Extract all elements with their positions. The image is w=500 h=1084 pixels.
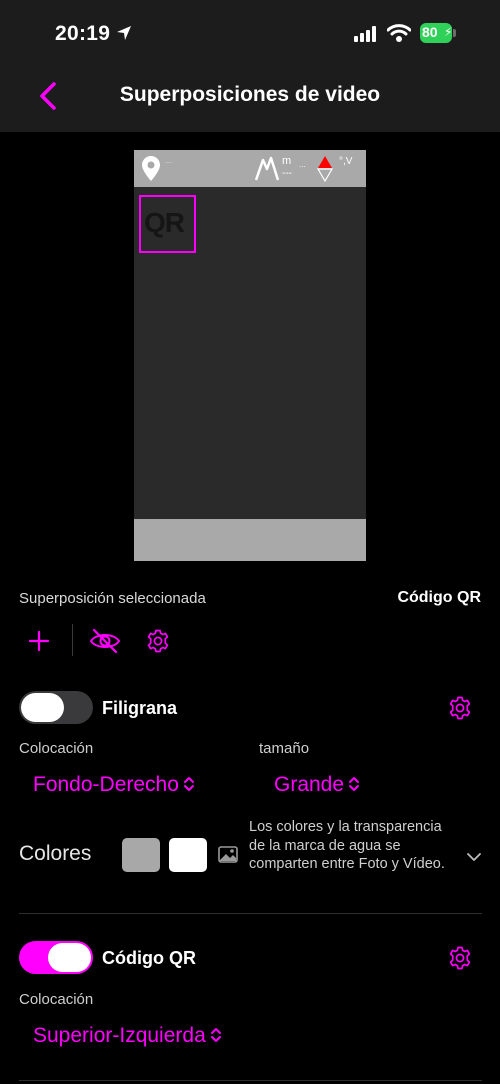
battery-percent: 80 <box>422 24 438 40</box>
qr-code-toggle[interactable] <box>19 941 93 974</box>
status-bar: 20:19 80 ⚡ <box>0 0 500 62</box>
section-divider <box>19 913 482 914</box>
watermark-size-value: Grande <box>274 773 345 796</box>
compass-icon <box>316 156 334 187</box>
chevron-up-down-icon <box>183 776 194 791</box>
preview-top-bar: ----- m --- ... °,V <box>134 150 366 187</box>
selected-overlay-value: Código QR <box>397 589 481 606</box>
color-swatch-gray[interactable] <box>122 838 160 872</box>
gear-icon[interactable] <box>146 629 170 658</box>
toolbar-divider <box>72 624 73 656</box>
charging-bolt-icon: ⚡ <box>444 25 453 39</box>
navigation-bar: Superposiciones de video <box>0 62 500 132</box>
qr-overlay-box[interactable]: QR <box>139 195 196 253</box>
watermark-placement-value: Fondo-Derecho <box>33 773 179 796</box>
watermark-toggle[interactable] <box>19 691 93 724</box>
watermark-colors-note: Los colores y la transparencia de la mar… <box>249 819 445 872</box>
page-title: Superposiciones de video <box>119 83 381 106</box>
qr-code-placement-dropdown[interactable]: Superior-Izquierda <box>33 1024 222 1048</box>
location-arrow-icon <box>116 25 132 46</box>
altitude-value: --- <box>282 168 292 179</box>
cellular-signal-icon <box>354 26 378 47</box>
selected-overlay-label: Superposición seleccionada <box>19 590 206 607</box>
chevron-up-down-icon <box>349 776 360 791</box>
temperature-unit: °,V <box>339 156 353 167</box>
image-icon[interactable] <box>218 846 238 868</box>
watermark-settings-gear-icon[interactable] <box>448 696 472 725</box>
watermark-placement-dropdown[interactable]: Fondo-Derecho <box>33 773 195 797</box>
eye-slash-icon[interactable] <box>89 628 121 659</box>
add-icon[interactable] <box>28 630 50 657</box>
altitude-separator: ... <box>299 160 306 169</box>
qr-code-placement-label: Colocación <box>19 991 94 1008</box>
battery-icon: 80 ⚡ <box>420 23 456 43</box>
section-divider <box>19 1080 482 1081</box>
overlay-preview: ----- m --- ... °,V QR <box>134 150 366 561</box>
location-pin-icon <box>142 156 160 186</box>
mountain-icon <box>254 155 280 186</box>
altitude-unit: m <box>282 155 292 167</box>
watermark-placement-label: Colocación <box>19 740 94 757</box>
location-text: ----- <box>165 159 172 164</box>
qr-code-placement-value: Superior-Izquierda <box>33 1024 206 1047</box>
qr-code-toggle-label: Código QR <box>102 948 196 968</box>
color-swatch-white[interactable] <box>169 838 207 872</box>
qr-code-settings-gear-icon[interactable] <box>448 946 472 975</box>
status-time: 20:19 <box>55 22 111 45</box>
watermark-size-dropdown[interactable]: Grande <box>274 773 360 797</box>
qr-label: QR <box>144 207 185 238</box>
watermark-toggle-label: Filigrana <box>102 698 178 718</box>
watermark-size-label: tamaño <box>259 740 310 757</box>
wifi-icon <box>386 23 412 48</box>
colors-label: Colores <box>19 842 92 865</box>
preview-bottom-bar <box>134 519 366 561</box>
chevron-down-icon[interactable] <box>467 849 481 867</box>
chevron-up-down-icon <box>210 1027 221 1042</box>
